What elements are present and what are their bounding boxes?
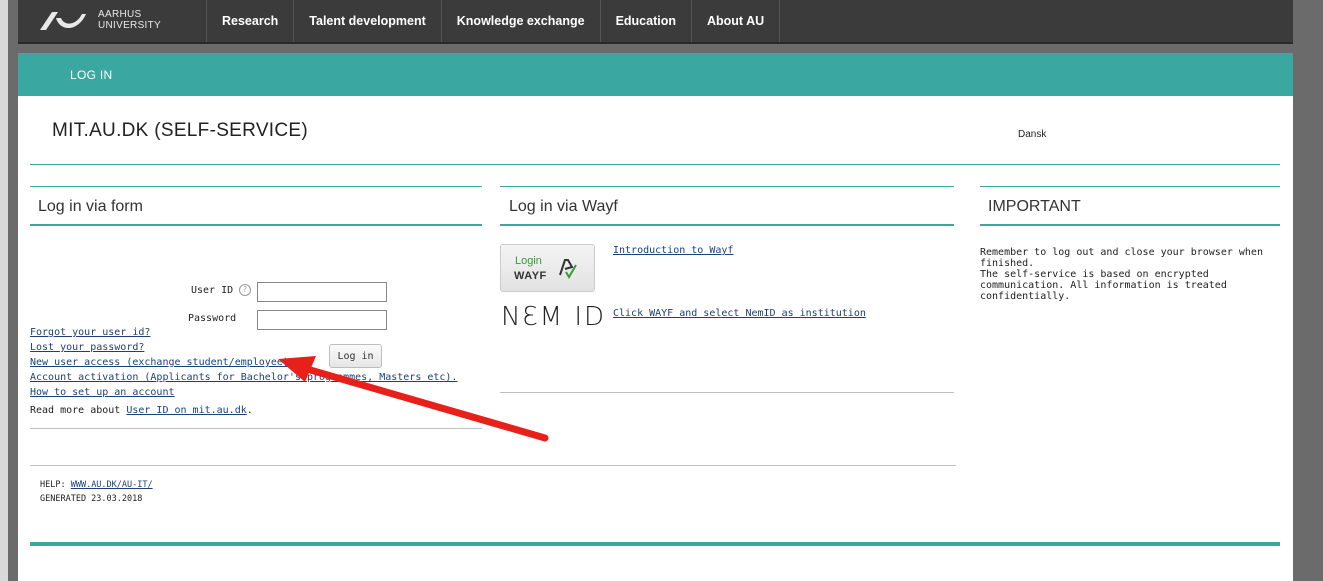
generated-date: GENERATED 23.03.2018 bbox=[40, 494, 143, 504]
nav-knowledge-exchange[interactable]: Knowledge exchange bbox=[440, 0, 600, 42]
logo-line-2: UNIVERSITY bbox=[98, 20, 162, 31]
wayf-col-top-line bbox=[500, 186, 954, 187]
form-col-bottom-line bbox=[30, 224, 482, 226]
page-title: MIT.AU.DK (SELF-SERVICE) bbox=[52, 120, 308, 141]
wayf-intro-link[interactable]: Introduction to Wayf bbox=[613, 245, 733, 256]
nav-research[interactable]: Research bbox=[206, 0, 293, 42]
lost-password-link[interactable]: Lost your password? bbox=[30, 342, 144, 353]
help-line: HELP: WWW.AU.DK/AU-IT/ bbox=[40, 480, 153, 490]
wayf-heading: Log in via Wayf bbox=[509, 198, 618, 215]
wayf-logo-icon bbox=[559, 259, 577, 279]
wayf-login-button[interactable]: Login WAYF bbox=[500, 244, 595, 292]
aarhus-university-logo[interactable]: AARHUS UNIVERSITY bbox=[38, 6, 178, 36]
window-left-edge bbox=[0, 0, 8, 581]
nav-about-au[interactable]: About AU bbox=[691, 0, 781, 42]
form-col-top-line bbox=[30, 186, 482, 187]
nemid-logo: NƐM ID bbox=[501, 302, 607, 332]
section-strip: LOG IN bbox=[18, 53, 1293, 96]
account-activation-link[interactable]: Account activation (Applicants for Bache… bbox=[30, 372, 457, 383]
important-text: Remember to log out and close your brows… bbox=[980, 247, 1263, 302]
read-more-suffix: . bbox=[246, 405, 253, 416]
important-col-bottom-line bbox=[980, 224, 1280, 226]
help-circle-icon[interactable]: ? bbox=[239, 284, 251, 296]
logo-line-1: AARHUS bbox=[98, 9, 142, 20]
logo-text: AARHUS UNIVERSITY bbox=[98, 9, 161, 31]
important-heading: IMPORTANT bbox=[988, 198, 1081, 215]
read-more-prefix: Read more about bbox=[30, 405, 127, 416]
title-divider bbox=[30, 164, 1280, 165]
wayf-word: WAYF bbox=[514, 270, 547, 282]
nemid-wayf-link[interactable]: Click WAYF and select NemID as instituti… bbox=[613, 308, 866, 319]
footer-divider bbox=[30, 465, 956, 466]
strip-login-label[interactable]: LOG IN bbox=[70, 68, 112, 82]
userid-label: User ID bbox=[191, 285, 234, 296]
wayf-login-text: Login bbox=[515, 255, 542, 267]
help-label: HELP: bbox=[40, 480, 66, 490]
language-link-dansk[interactable]: Dansk bbox=[1018, 129, 1046, 140]
footer-teal-bar bbox=[30, 542, 1280, 546]
userid-input[interactable] bbox=[257, 282, 387, 302]
password-input[interactable] bbox=[257, 310, 387, 330]
wayf-col-bottom-line bbox=[500, 224, 954, 226]
forgot-userid-link[interactable]: Forgot your user id? bbox=[30, 327, 150, 338]
aarhus-wave-logo-icon bbox=[40, 12, 86, 30]
new-user-access-link[interactable]: New user access (exchange student/employ… bbox=[30, 357, 295, 368]
top-navigation-bar: AARHUS UNIVERSITY Research Talent develo… bbox=[18, 0, 1293, 44]
nav-education[interactable]: Education bbox=[599, 0, 691, 42]
form-col-end-line bbox=[30, 428, 482, 429]
setup-account-link[interactable]: How to set up an account bbox=[30, 387, 175, 398]
password-label: Password bbox=[188, 313, 237, 324]
important-col-top-line bbox=[980, 186, 1280, 187]
read-more-text: Read more about User ID on mit.au.dk. bbox=[30, 405, 253, 416]
help-link[interactable]: WWW.AU.DK/AU-IT/ bbox=[71, 480, 153, 490]
login-button[interactable]: Log in bbox=[329, 344, 382, 368]
form-heading: Log in via form bbox=[38, 198, 143, 215]
nav-talent-development[interactable]: Talent development bbox=[293, 0, 440, 42]
main-nav: Research Talent development Knowledge ex… bbox=[206, 0, 781, 42]
page-content: LOG IN MIT.AU.DK (SELF-SERVICE) Dansk Lo… bbox=[18, 53, 1293, 581]
userid-info-link[interactable]: User ID on mit.au.dk bbox=[126, 405, 246, 416]
wayf-col-end-line bbox=[500, 392, 954, 393]
